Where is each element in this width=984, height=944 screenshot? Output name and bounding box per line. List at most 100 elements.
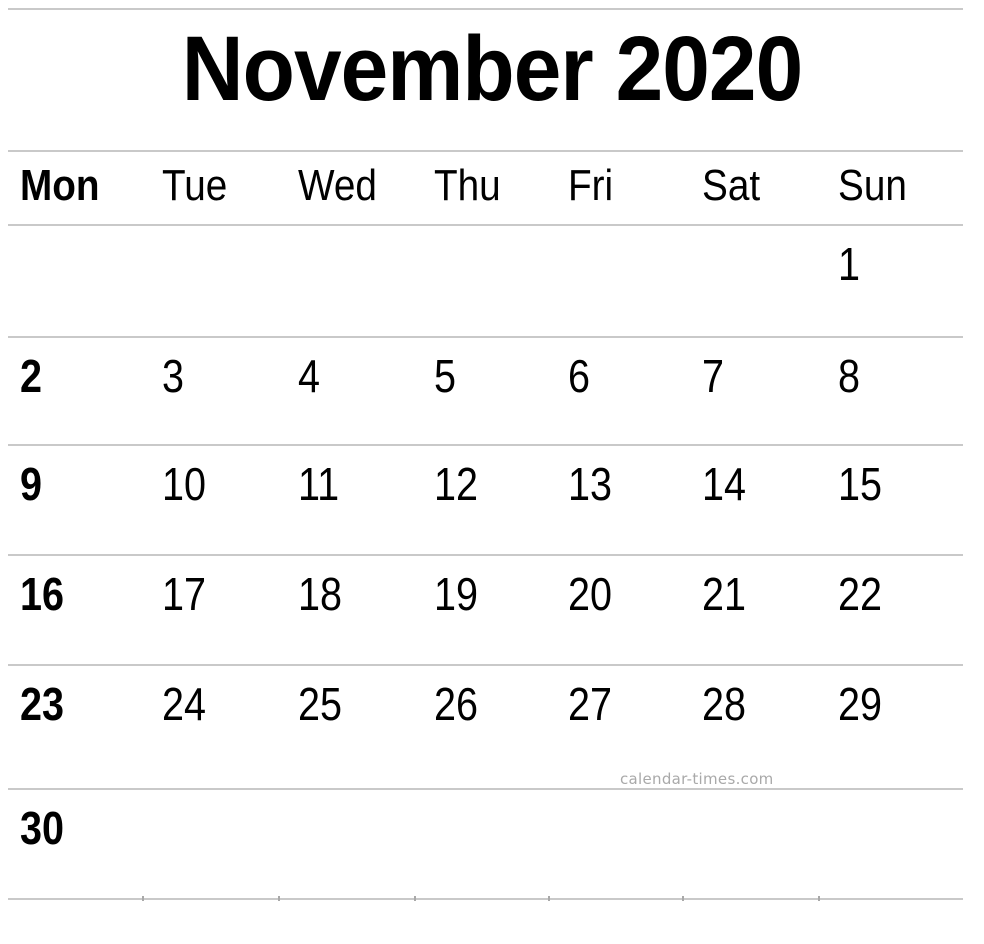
day-cell[interactable]: 16 bbox=[0, 562, 142, 670]
divider-above-weekday-header bbox=[8, 150, 963, 152]
column-tick bbox=[818, 896, 820, 901]
day-cell[interactable]: 15 bbox=[818, 452, 984, 560]
day-cell[interactable] bbox=[414, 796, 548, 904]
day-cell[interactable] bbox=[0, 232, 142, 332]
weekday-header-row: Mon Tue Wed Thu Fri Sat Sun bbox=[0, 158, 984, 220]
day-cell[interactable]: 25 bbox=[278, 672, 414, 780]
page-title: November 2020 bbox=[181, 18, 803, 120]
day-number: 22 bbox=[838, 568, 883, 620]
calendar-week-row: 1 bbox=[0, 232, 984, 332]
day-cell[interactable] bbox=[548, 232, 682, 332]
day-cell[interactable]: 28 bbox=[682, 672, 818, 780]
day-cell[interactable]: 21 bbox=[682, 562, 818, 670]
weekday-header-fri: Fri bbox=[548, 158, 682, 220]
day-number: 11 bbox=[298, 458, 340, 510]
day-cell[interactable]: 3 bbox=[142, 344, 278, 452]
day-number: 5 bbox=[434, 350, 457, 402]
day-number: 28 bbox=[702, 678, 747, 730]
divider-week-3 bbox=[8, 554, 963, 556]
day-cell[interactable]: 26 bbox=[414, 672, 548, 780]
day-cell[interactable] bbox=[278, 232, 414, 332]
day-number: 4 bbox=[298, 350, 321, 402]
day-number: 26 bbox=[434, 678, 479, 730]
day-number: 3 bbox=[162, 350, 185, 402]
day-cell[interactable]: 2 bbox=[0, 344, 142, 452]
day-cell[interactable] bbox=[548, 796, 682, 904]
divider-week-1 bbox=[8, 336, 963, 338]
weekday-header-mon: Mon bbox=[0, 158, 142, 220]
day-number: 8 bbox=[838, 350, 861, 402]
day-cell[interactable] bbox=[682, 796, 818, 904]
day-cell[interactable]: 1 bbox=[818, 232, 984, 332]
weekday-header-fri-label: Fri bbox=[568, 161, 614, 210]
day-cell[interactable]: 5 bbox=[414, 344, 548, 452]
day-number: 13 bbox=[568, 458, 613, 510]
day-number: 20 bbox=[568, 568, 613, 620]
day-cell[interactable]: 14 bbox=[682, 452, 818, 560]
weekday-header-wed-label: Wed bbox=[298, 161, 377, 210]
calendar-page: November 2020 Mon Tue Wed Thu Fri Sat Su… bbox=[0, 0, 984, 944]
calendar-week-row: 23 24 25 26 27 28 29 bbox=[0, 672, 984, 780]
day-cell[interactable]: 20 bbox=[548, 562, 682, 670]
calendar-week-row: 2 3 4 5 6 7 8 bbox=[0, 344, 984, 452]
day-number: 6 bbox=[568, 350, 591, 402]
day-cell[interactable]: 12 bbox=[414, 452, 548, 560]
day-number: 12 bbox=[434, 458, 479, 510]
day-cell[interactable]: 19 bbox=[414, 562, 548, 670]
calendar-week-row: 30 bbox=[0, 796, 984, 904]
day-number: 16 bbox=[20, 568, 65, 620]
day-cell[interactable]: 18 bbox=[278, 562, 414, 670]
day-cell[interactable]: 17 bbox=[142, 562, 278, 670]
day-number: 23 bbox=[20, 678, 65, 730]
day-cell[interactable] bbox=[278, 796, 414, 904]
weekday-header-tue: Tue bbox=[142, 158, 278, 220]
day-cell[interactable]: 11 bbox=[278, 452, 414, 560]
day-cell[interactable]: 7 bbox=[682, 344, 818, 452]
day-number: 9 bbox=[20, 458, 43, 510]
column-tick bbox=[278, 896, 280, 901]
weekday-header-mon-label: Mon bbox=[20, 161, 100, 210]
day-number: 15 bbox=[838, 458, 883, 510]
day-cell[interactable] bbox=[682, 232, 818, 332]
day-cell[interactable]: 27 bbox=[548, 672, 682, 780]
column-tick bbox=[142, 896, 144, 901]
divider-top bbox=[8, 8, 963, 10]
day-cell[interactable] bbox=[142, 232, 278, 332]
divider-week-4 bbox=[8, 664, 963, 666]
weekday-header-sat: Sat bbox=[682, 158, 818, 220]
day-cell[interactable]: 30 bbox=[0, 796, 142, 904]
day-number: 21 bbox=[702, 568, 747, 620]
column-tick bbox=[548, 896, 550, 901]
day-number: 19 bbox=[434, 568, 479, 620]
day-cell[interactable]: 29 bbox=[818, 672, 984, 780]
day-number: 24 bbox=[162, 678, 207, 730]
day-number: 7 bbox=[702, 350, 725, 402]
day-cell[interactable]: 10 bbox=[142, 452, 278, 560]
day-number: 17 bbox=[162, 568, 207, 620]
calendar-week-row: 16 17 18 19 20 21 22 bbox=[0, 562, 984, 670]
day-cell[interactable]: 8 bbox=[818, 344, 984, 452]
day-cell[interactable]: 6 bbox=[548, 344, 682, 452]
weekday-header-thu: Thu bbox=[414, 158, 548, 220]
day-cell[interactable]: 4 bbox=[278, 344, 414, 452]
day-cell[interactable]: 9 bbox=[0, 452, 142, 560]
day-cell[interactable] bbox=[818, 796, 984, 904]
divider-under-weekday-header bbox=[8, 224, 963, 226]
day-number: 25 bbox=[298, 678, 343, 730]
day-number: 10 bbox=[162, 458, 207, 510]
day-cell[interactable]: 24 bbox=[142, 672, 278, 780]
day-cell[interactable]: 23 bbox=[0, 672, 142, 780]
divider-week-5 bbox=[8, 788, 963, 790]
weekday-header-wed: Wed bbox=[278, 158, 414, 220]
column-tick bbox=[414, 896, 416, 901]
weekday-header-thu-label: Thu bbox=[434, 161, 501, 210]
day-cell[interactable]: 13 bbox=[548, 452, 682, 560]
day-cell[interactable]: 22 bbox=[818, 562, 984, 670]
day-cell[interactable] bbox=[142, 796, 278, 904]
divider-week-2 bbox=[8, 444, 963, 446]
day-number: 30 bbox=[20, 802, 65, 854]
day-cell[interactable] bbox=[414, 232, 548, 332]
day-number: 14 bbox=[702, 458, 747, 510]
day-number: 1 bbox=[838, 238, 861, 290]
watermark: calendar-times.com bbox=[620, 770, 774, 788]
